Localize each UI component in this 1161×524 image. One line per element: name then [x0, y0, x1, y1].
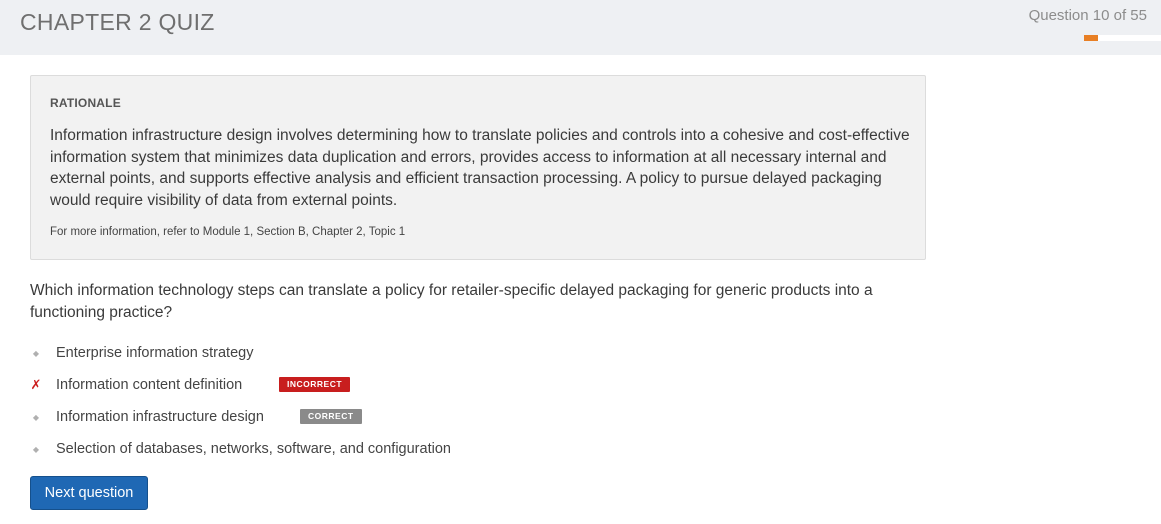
rationale-text: Information infrastructure design involv…	[50, 127, 910, 209]
question-text: Which information technology steps can t…	[30, 282, 873, 321]
answer-option[interactable]: ◆ Enterprise information strategy	[30, 337, 630, 369]
diamond-bullet-icon: ◆	[32, 348, 40, 358]
x-mark-icon: ✗	[30, 377, 42, 392]
quiz-header: CHAPTER 2 QUIZ Question 10 of 55	[0, 0, 1161, 55]
correct-badge: CORRECT	[300, 409, 362, 424]
diamond-bullet-icon: ◆	[32, 444, 40, 454]
answer-option-label: Information infrastructure design	[56, 409, 264, 425]
quiz-title: CHAPTER 2 QUIZ	[20, 9, 215, 35]
answer-option-label: Information content definition	[56, 377, 243, 393]
next-question-button[interactable]: Next question	[30, 476, 148, 510]
answer-option[interactable]: ◆ Selection of databases, networks, soft…	[30, 433, 630, 465]
answer-option[interactable]: ✗ Information content definition INCORRE…	[30, 369, 630, 401]
answer-option-label: Enterprise information strategy	[56, 345, 254, 361]
answer-option-label: Selection of databases, networks, softwa…	[56, 441, 451, 457]
answer-options: ◆ Enterprise information strategy ✗ Info…	[30, 337, 630, 465]
answer-option[interactable]: ◆ Information infrastructure design CORR…	[30, 401, 630, 433]
rationale-panel: RATIONALE Information infrastructure des…	[30, 75, 926, 260]
rationale-reference: For more information, refer to Module 1,…	[50, 226, 406, 238]
incorrect-badge: INCORRECT	[279, 377, 351, 392]
diamond-bullet-icon: ◆	[32, 412, 40, 422]
progress-bar-fill	[1084, 35, 1098, 41]
question-counter: Question 10 of 55	[1028, 7, 1147, 24]
rationale-heading: RATIONALE	[50, 96, 121, 110]
progress-bar	[1084, 35, 1161, 41]
